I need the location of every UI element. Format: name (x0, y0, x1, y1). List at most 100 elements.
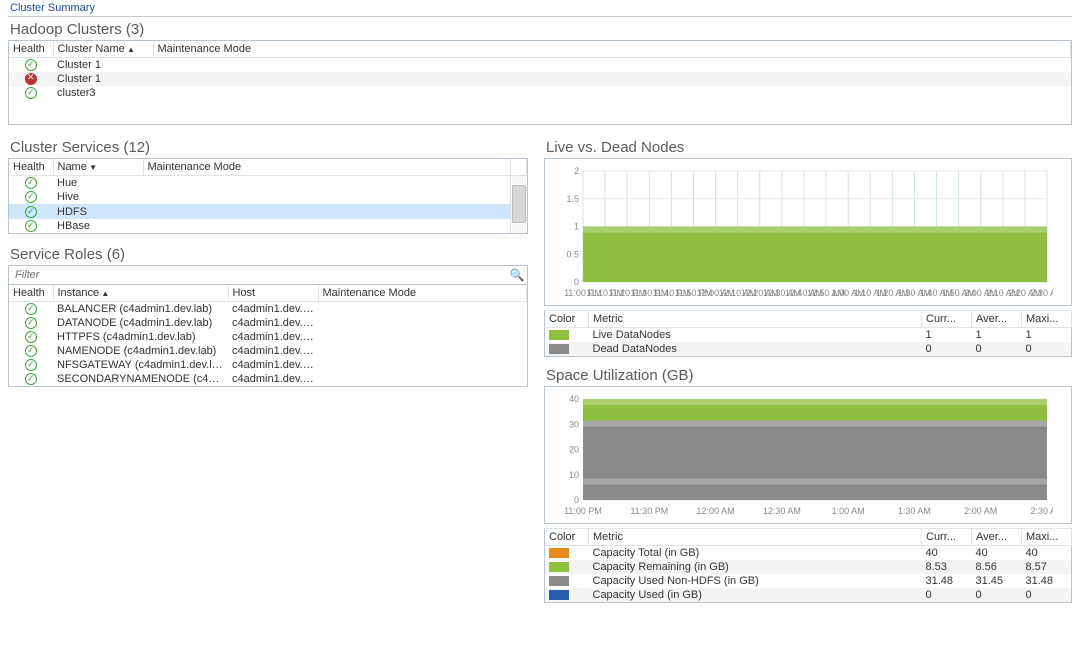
cell-maint (318, 330, 527, 344)
table-row[interactable]: HBase (9, 219, 527, 233)
legend-max: 8.57 (1022, 560, 1072, 574)
table-row[interactable]: DATANODE (c4admin1.dev.lab)c4admin1.dev.… (9, 316, 527, 330)
filter-input[interactable] (9, 266, 507, 284)
cell-host: c4admin1.dev.lab (228, 330, 318, 344)
legend-avg: 40 (972, 546, 1022, 561)
ok-icon (25, 177, 37, 189)
legend-row[interactable]: Capacity Used (in GB)000 (545, 588, 1072, 603)
svg-text:0: 0 (574, 495, 579, 505)
cell-maint (143, 219, 511, 233)
svg-text:12:00 AM: 12:00 AM (697, 506, 735, 516)
legend-curr: 8.53 (922, 560, 972, 574)
legend-metric: Dead DataNodes (589, 342, 922, 357)
cell-host: c4admin1.dev.lab (228, 372, 318, 386)
cell-host: c4admin1.dev.lab (228, 316, 318, 330)
col-health[interactable]: Health (9, 159, 53, 176)
svg-text:40: 40 (569, 394, 579, 404)
table-row[interactable]: Cluster 1 (9, 72, 1071, 86)
col-curr[interactable]: Curr... (922, 311, 972, 328)
scrollbar-thumb[interactable] (512, 185, 526, 223)
col-maint[interactable]: Maintenance Mode (143, 159, 511, 176)
scrollbar-track[interactable] (511, 159, 527, 176)
legend-max: 0 (1022, 342, 1072, 357)
legend-row[interactable]: Capacity Remaining (in GB)8.538.568.57 (545, 560, 1072, 574)
space-heading: Space Utilization (GB) (546, 367, 1072, 384)
legend-avg: 1 (972, 328, 1022, 343)
search-icon[interactable]: 🔍 (507, 268, 527, 282)
col-avg[interactable]: Aver... (972, 311, 1022, 328)
col-metric[interactable]: Metric (589, 311, 922, 328)
table-row[interactable]: cluster3 (9, 86, 1071, 100)
svg-text:11:00 PM: 11:00 PM (564, 506, 602, 516)
legend-row[interactable]: Live DataNodes111 (545, 328, 1072, 343)
cell-maint (143, 204, 511, 218)
legend-row[interactable]: Capacity Total (in GB)404040 (545, 546, 1072, 561)
col-host[interactable]: Host (228, 285, 318, 302)
cell-name: Cluster 1 (53, 58, 153, 73)
svg-text:1.5: 1.5 (566, 194, 579, 204)
cell-maint (318, 301, 527, 316)
cell-name: Cluster 1 (53, 72, 153, 86)
legend-max: 0 (1022, 588, 1072, 603)
col-curr[interactable]: Curr... (922, 529, 972, 546)
svg-text:1:30 AM: 1:30 AM (898, 506, 931, 516)
col-max[interactable]: Maxi... (1022, 311, 1072, 328)
legend-avg: 8.56 (972, 560, 1022, 574)
col-color[interactable]: Color (545, 529, 589, 546)
legend-row[interactable]: Capacity Used Non-HDFS (in GB)31.4831.45… (545, 574, 1072, 588)
svg-text:12:30 AM: 12:30 AM (763, 506, 801, 516)
col-maint[interactable]: Maintenance Mode (318, 285, 527, 302)
cell-instance: DATANODE (c4admin1.dev.lab) (53, 316, 228, 330)
scrollbar[interactable] (511, 176, 527, 233)
col-maint[interactable]: Maintenance Mode (153, 41, 1071, 58)
ok-icon (25, 373, 37, 385)
svg-text:0.5: 0.5 (566, 250, 579, 260)
table-row[interactable]: Cluster 1 (9, 58, 1071, 73)
cell-host: c4admin1.dev.lab (228, 301, 318, 316)
legend-curr: 0 (922, 588, 972, 603)
svg-text:2:30 AM: 2:30 AM (1030, 288, 1053, 298)
col-metric[interactable]: Metric (589, 529, 922, 546)
table-row[interactable]: HDFS (9, 204, 527, 218)
svg-text:11:30 PM: 11:30 PM (630, 506, 668, 516)
table-row[interactable]: BALANCER (c4admin1.dev.lab)c4admin1.dev.… (9, 301, 527, 316)
col-max[interactable]: Maxi... (1022, 529, 1072, 546)
cell-name: HBase (53, 219, 143, 233)
table-row[interactable]: Hive (9, 190, 527, 204)
cell-maint (153, 72, 1071, 86)
cell-name: HDFS (53, 204, 143, 218)
svg-text:1:00 AM: 1:00 AM (832, 506, 865, 516)
col-instance[interactable]: Instance (53, 285, 228, 302)
table-row[interactable]: NAMENODE (c4admin1.dev.lab)c4admin1.dev.… (9, 344, 527, 358)
table-row[interactable]: SECONDARYNAMENODE (c4admin1.dev.lab)c4ad… (9, 372, 527, 386)
col-cluster-name[interactable]: Cluster Name (53, 41, 153, 58)
legend-avg: 0 (972, 342, 1022, 357)
table-row[interactable]: Hue (9, 176, 527, 191)
cell-instance: SECONDARYNAMENODE (c4admin1.dev.lab) (53, 372, 228, 386)
col-avg[interactable]: Aver... (972, 529, 1022, 546)
svg-text:20: 20 (569, 445, 579, 455)
legend-curr: 40 (922, 546, 972, 561)
table-row[interactable]: NFSGATEWAY (c4admin1.dev.lab)c4admin1.de… (9, 358, 527, 372)
col-name[interactable]: Name (53, 159, 143, 176)
legend-curr: 0 (922, 342, 972, 357)
table-row[interactable]: HTTPFS (c4admin1.dev.lab)c4admin1.dev.la… (9, 330, 527, 344)
cell-name: Hive (53, 190, 143, 204)
cell-maint (143, 176, 511, 191)
ok-icon (25, 317, 37, 329)
error-icon (25, 73, 37, 85)
legend-swatch (549, 576, 569, 586)
legend-curr: 31.48 (922, 574, 972, 588)
cell-instance: HTTPFS (c4admin1.dev.lab) (53, 330, 228, 344)
legend-swatch (549, 590, 569, 600)
cell-maint (153, 58, 1071, 73)
divider (8, 16, 1072, 17)
col-color[interactable]: Color (545, 311, 589, 328)
col-health[interactable]: Health (9, 41, 53, 58)
legend-swatch (549, 344, 569, 354)
col-health[interactable]: Health (9, 285, 53, 302)
legend-row[interactable]: Dead DataNodes000 (545, 342, 1072, 357)
page-title: Cluster Summary (8, 0, 1072, 16)
legend-metric: Live DataNodes (589, 328, 922, 343)
legend-avg: 0 (972, 588, 1022, 603)
